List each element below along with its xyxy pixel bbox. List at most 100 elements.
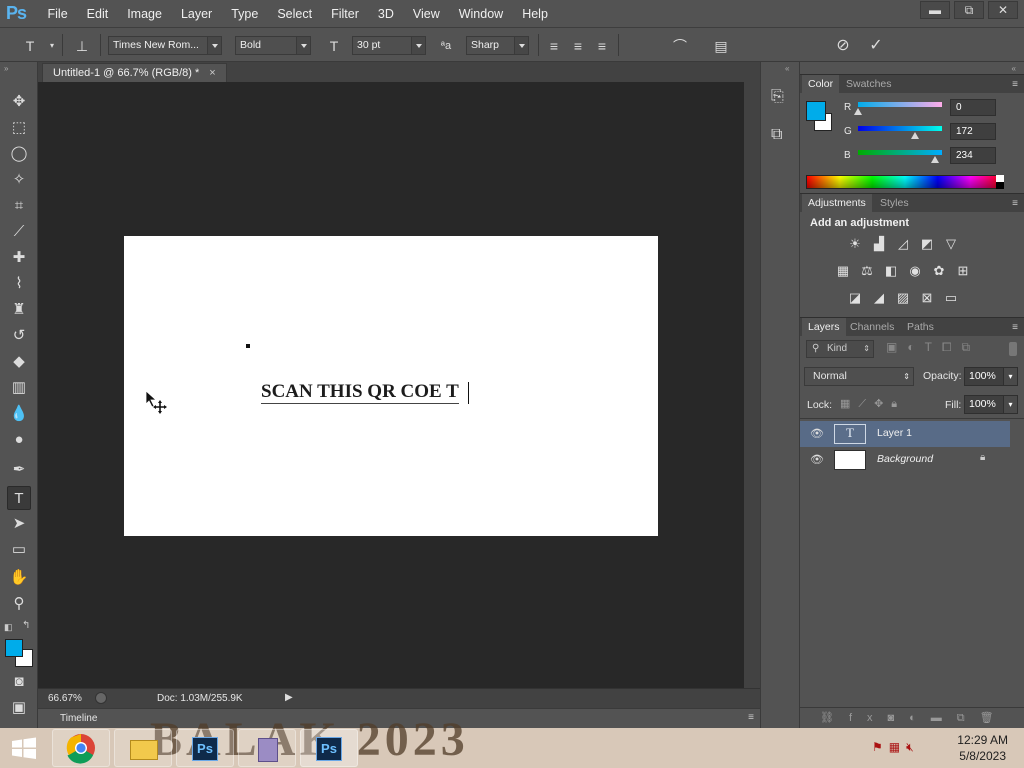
hue-saturation-icon[interactable]: ▦ [834, 263, 852, 279]
align-center-icon[interactable]: ≡ [568, 36, 588, 56]
cancel-icon[interactable]: ⊘ [833, 36, 853, 56]
status-menu-arrow-icon[interactable]: ▶ [285, 692, 293, 703]
channel-mixer-icon[interactable]: ✿ [930, 263, 948, 279]
layer-name[interactable]: Background [877, 453, 933, 465]
status-info-icon[interactable] [95, 692, 107, 704]
green-value-input[interactable]: 172 [950, 123, 996, 140]
menu-help[interactable]: Help [513, 0, 558, 28]
type-tool-preset-icon[interactable]: T [20, 36, 40, 56]
align-left-icon[interactable]: ≡ [544, 36, 564, 56]
start-button[interactable] [0, 728, 48, 768]
chevron-down-icon[interactable]: ▾ [1003, 368, 1017, 385]
layer-row[interactable]: 👁︎ T Layer 1 [800, 421, 1010, 447]
history-panel-icon[interactable]: ⎘ [771, 88, 784, 106]
taskbar-photoshop-1[interactable]: Ps [176, 729, 234, 767]
selective-color-icon[interactable]: ⊠ [918, 290, 936, 306]
panel-menu-icon[interactable]: ≡ [1012, 198, 1018, 209]
font-family-select[interactable]: Times New Rom... [108, 36, 222, 55]
eyedropper-tool-icon[interactable]: ⟋ [7, 220, 31, 244]
tab-swatches[interactable]: Swatches [840, 75, 898, 94]
pen-tool-icon[interactable]: ✒ [7, 458, 31, 482]
minimize-button[interactable]: ▬ [920, 1, 950, 19]
zoom-level[interactable]: 66.67% [48, 693, 82, 704]
clone-stamp-tool-icon[interactable]: ♜ [7, 298, 31, 322]
menu-image[interactable]: Image [118, 0, 172, 28]
chevron-down-icon[interactable]: ▾ [1003, 396, 1017, 413]
invert-icon[interactable]: ◪ [846, 290, 864, 306]
layer-filter-select[interactable]: ⚲ Kind ⇕ [806, 340, 874, 358]
brightness-contrast-icon[interactable]: ☀ [846, 236, 864, 252]
gradient-tool-icon[interactable]: ▥ [7, 376, 31, 400]
close-button[interactable]: ✕ [988, 1, 1018, 19]
align-right-icon[interactable]: ≡ [592, 36, 612, 56]
red-slider[interactable] [858, 102, 942, 107]
swap-colors-icon[interactable]: ↰ [22, 620, 30, 631]
filter-toggle[interactable] [1009, 342, 1017, 356]
tab-color[interactable]: Color [802, 75, 840, 94]
brush-tool-icon[interactable]: ⌇ [7, 272, 31, 296]
green-slider[interactable] [858, 126, 942, 131]
menu-file[interactable]: File [38, 0, 77, 28]
white-swatch[interactable] [996, 175, 1004, 182]
timeline-tab[interactable]: Timeline [60, 713, 97, 724]
blue-value-input[interactable]: 234 [950, 147, 996, 164]
taskbar-photoshop-2[interactable]: Ps [300, 729, 358, 767]
hand-tool-icon[interactable]: ✋ [7, 566, 31, 590]
properties-panel-icon[interactable]: ⧉ [771, 126, 782, 144]
editing-text-layer[interactable]: SCAN THIS QR COE T [261, 381, 459, 404]
color-spectrum-ramp[interactable] [806, 175, 1004, 189]
text-orientation-icon[interactable]: ⊥ [72, 36, 92, 56]
taskbar-chrome[interactable] [52, 729, 110, 767]
document-tab[interactable]: Untitled-1 @ 66.7% (RGB/8) * × [42, 63, 227, 82]
blur-tool-icon[interactable]: 💧 [7, 402, 31, 426]
collapse-icon[interactable]: « [785, 64, 789, 73]
menu-3d[interactable]: 3D [368, 0, 403, 28]
tab-channels[interactable]: Channels [844, 318, 900, 337]
lasso-tool-icon[interactable]: ◯ [7, 142, 31, 166]
red-value-input[interactable]: 0 [950, 99, 996, 116]
color-balance-icon[interactable]: ⚖ [858, 263, 876, 279]
collapse-icon[interactable]: « [1012, 64, 1016, 73]
restore-button[interactable]: ⧉ [954, 1, 984, 19]
font-size-select[interactable]: 30 pt [352, 36, 426, 55]
menu-layer[interactable]: Layer [171, 0, 221, 28]
taskbar-archive-app[interactable] [238, 729, 296, 767]
levels-icon[interactable]: ▟ [870, 236, 888, 252]
antialias-select[interactable]: Sharp [466, 36, 529, 55]
font-style-select[interactable]: Bold [235, 36, 311, 55]
dodge-tool-icon[interactable]: ● [7, 428, 31, 452]
green-slider-thumb[interactable] [910, 132, 919, 139]
curves-icon[interactable]: ◿ [894, 236, 912, 252]
magic-wand-tool-icon[interactable]: ✧ [7, 168, 31, 192]
tab-layers[interactable]: Layers [802, 318, 846, 337]
close-tab-icon[interactable]: × [209, 64, 215, 83]
move-tool-icon[interactable]: ✥ [7, 90, 31, 114]
path-selection-tool-icon[interactable]: ➤ [7, 512, 31, 536]
lock-icons[interactable]: ▦⟋✥🔒︎ [840, 397, 905, 411]
history-brush-tool-icon[interactable]: ↺ [7, 324, 31, 348]
foreground-color-swatch[interactable] [5, 639, 23, 657]
blue-slider[interactable] [858, 150, 942, 155]
layer-name[interactable]: Layer 1 [877, 427, 912, 439]
menu-filter[interactable]: Filter [322, 0, 369, 28]
visibility-eye-icon[interactable]: 👁︎ [810, 427, 824, 440]
rectangle-tool-icon[interactable]: ▭ [7, 538, 31, 562]
layer-row[interactable]: 👁︎ Background 🔒︎ [800, 447, 1010, 473]
zoom-tool-icon[interactable]: ⚲ [7, 592, 31, 616]
photo-filter-icon[interactable]: ◉ [906, 263, 924, 279]
quick-mask-icon[interactable]: ◙ [7, 670, 31, 694]
panel-menu-icon[interactable]: ≡ [748, 712, 754, 723]
menu-window[interactable]: Window [449, 0, 512, 28]
fill-input[interactable]: 100% ▾ [964, 395, 1018, 414]
tray-icons[interactable]: ⚑▦🔇︎ [872, 740, 920, 755]
menu-select[interactable]: Select [268, 0, 322, 28]
gradient-map-icon[interactable]: ▭ [942, 290, 960, 306]
chevron-down-icon[interactable]: ▾ [42, 36, 62, 56]
type-tool-icon[interactable]: T [7, 486, 31, 510]
menu-type[interactable]: Type [222, 0, 268, 28]
panel-menu-icon[interactable]: ≡ [1012, 322, 1018, 333]
default-colors-icon[interactable]: ◧ [4, 622, 13, 633]
blue-slider-thumb[interactable] [931, 156, 940, 163]
layer-filter-icons[interactable]: ▣◐T⧠⧉ [886, 340, 980, 355]
character-panel-icon[interactable]: ▤ [711, 36, 731, 56]
